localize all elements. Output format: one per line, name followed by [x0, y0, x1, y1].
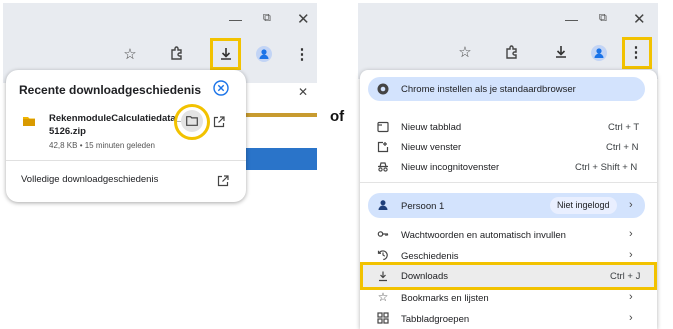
- chrome-logo-icon: [376, 82, 390, 96]
- minimize-icon-right[interactable]: —: [565, 12, 578, 27]
- download-icon-highlight: [210, 38, 241, 70]
- history-icon: [376, 248, 390, 262]
- chevron-right-icon: ›: [629, 199, 633, 211]
- zip-file-icon: [22, 114, 36, 128]
- menu-item-new-tab[interactable]: Nieuw tabblad: [401, 122, 461, 133]
- download-file-name-1[interactable]: RekenmoduleCalculatiedata_: [49, 113, 181, 124]
- menu-item-bookmarks[interactable]: Bookmarks en lijsten: [401, 293, 489, 304]
- right-browser-toolbar: [358, 3, 658, 79]
- folder-button-highlight: [174, 104, 210, 140]
- menu-item-new-window[interactable]: Nieuw venster: [401, 142, 461, 153]
- menu-kebab-icon[interactable]: ⋮: [295, 45, 310, 63]
- shortcut-new-window: Ctrl + N: [606, 142, 639, 153]
- shortcut-new-tab: Ctrl + T: [608, 122, 640, 133]
- key-icon: [376, 227, 390, 241]
- person-icon: [376, 198, 390, 212]
- profile-avatar-icon-right[interactable]: [590, 44, 608, 62]
- restore-icon[interactable]: ⧉: [263, 12, 271, 25]
- profile-name: Persoon 1: [401, 201, 445, 212]
- page-blue-block: [240, 148, 317, 170]
- page-gold-bar: [240, 113, 317, 117]
- default-browser-label: Chrome instellen als je standaardbrowser: [401, 84, 576, 95]
- shortcut-incognito: Ctrl + Shift + N: [575, 162, 638, 173]
- new-tab-icon: [376, 120, 390, 134]
- profile-avatar-icon[interactable]: [255, 45, 273, 63]
- full-history-link[interactable]: Volledige downloadgeschiedenis: [21, 174, 158, 185]
- chevron-right-icon: ›: [629, 291, 633, 303]
- close-window-icon-right[interactable]: ✕: [633, 10, 646, 28]
- profile-status-badge: Niet ingelogd: [550, 197, 617, 214]
- menu-item-passwords[interactable]: Wachtwoorden en automatisch invullen: [401, 230, 566, 241]
- menu-item-tab-groups[interactable]: Tabbladgroepen: [401, 314, 469, 325]
- chevron-right-icon: ›: [629, 228, 633, 240]
- bookmark-star-icon[interactable]: ☆: [122, 46, 138, 63]
- download-file-meta: 42,8 KB • 15 minuten geleden: [49, 141, 155, 150]
- downloads-highlight: [360, 262, 657, 290]
- or-separator: of: [330, 108, 345, 125]
- restore-icon-right[interactable]: ⧉: [599, 12, 607, 25]
- tab-groups-icon: [376, 311, 390, 325]
- menu-kebab-highlight: [622, 37, 652, 69]
- close-window-icon[interactable]: ✕: [297, 10, 310, 28]
- close-popup-icon[interactable]: [213, 80, 229, 96]
- menu-divider-1: [360, 182, 657, 183]
- menu-item-history[interactable]: Geschiedenis: [401, 251, 459, 262]
- chevron-right-icon: ›: [629, 312, 633, 324]
- download-file-name-2[interactable]: 5126.zip: [49, 126, 86, 137]
- star-icon: ☆: [377, 290, 389, 304]
- popup-divider: [6, 160, 246, 161]
- open-external-icon[interactable]: [213, 115, 225, 128]
- full-history-external-icon[interactable]: [217, 174, 229, 187]
- extensions-icon[interactable]: [168, 44, 186, 62]
- extensions-icon-right[interactable]: [503, 43, 521, 61]
- download-icon-right[interactable]: [552, 43, 570, 61]
- menu-item-incognito[interactable]: Nieuw incognitovenster: [401, 162, 499, 173]
- bookmark-star-icon-right[interactable]: ☆: [457, 44, 473, 61]
- incognito-icon: [376, 160, 390, 174]
- downloads-popup-title: Recente downloadgeschiedenis: [19, 83, 202, 97]
- page-close-icon[interactable]: ✕: [298, 85, 308, 99]
- minimize-icon[interactable]: —: [229, 12, 242, 27]
- new-window-icon: [376, 140, 390, 154]
- chevron-right-icon: ›: [629, 249, 633, 261]
